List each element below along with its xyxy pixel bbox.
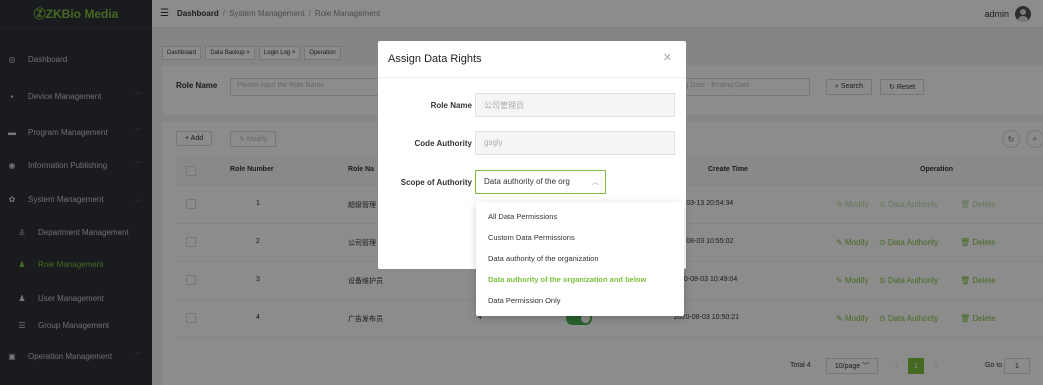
close-icon[interactable]: ✕ [663,51,672,64]
scope-authority-select[interactable]: Data authority of the org ︿ [475,170,606,194]
scope-dropdown-menu: All Data Permissions Custom Data Permiss… [476,202,684,316]
dialog-divider [378,77,686,78]
code-authority-field: gsgly [475,131,675,155]
dialog-title: Assign Data Rights [388,53,482,65]
role-name-field: 公司管理员 [475,93,675,117]
code-authority-field-label: Code Authority [414,139,472,148]
dropdown-option[interactable]: Data authority of the organization [488,254,599,263]
dropdown-option[interactable]: Custom Data Permissions [488,233,575,242]
role-name-field-label: Role Name [430,101,472,110]
dropdown-option[interactable]: Data Permission Only [488,296,561,305]
scope-authority-value: Data authority of the org [484,177,570,186]
dropdown-option[interactable]: All Data Permissions [488,212,557,221]
scope-authority-field-label: Scope of Authority [400,178,472,187]
chevron-up-icon: ︿ [592,179,599,186]
dropdown-option-selected[interactable]: Data authority of the organization and b… [488,275,646,284]
